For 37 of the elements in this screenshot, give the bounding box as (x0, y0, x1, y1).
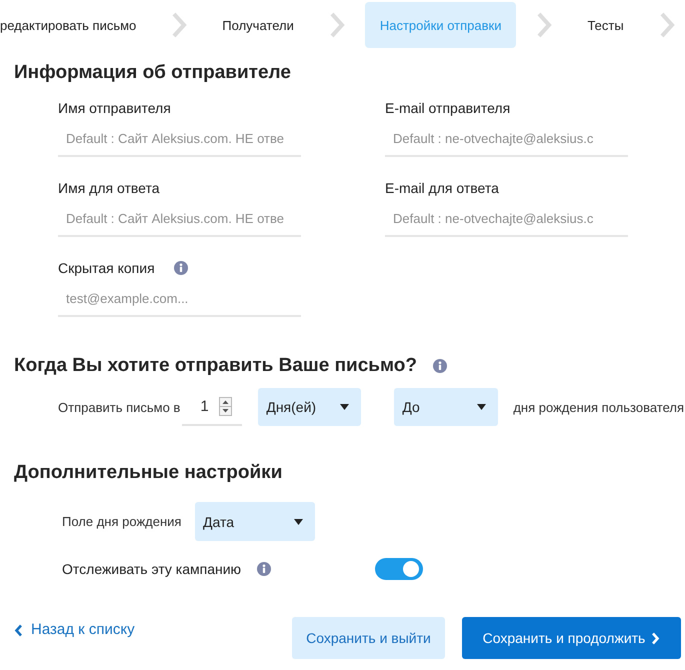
chevron-right-icon (171, 12, 188, 38)
chevron-right-icon (658, 12, 675, 38)
field-label: E-mail отправителя (385, 100, 510, 116)
relation-select[interactable]: До (394, 388, 498, 426)
field-label: Имя отправителя (58, 100, 171, 116)
option-label: Поле дня рождения (62, 514, 182, 529)
option-label: Отслеживать эту кампанию (62, 561, 242, 577)
input-field[interactable]: test@example.com... (58, 281, 301, 317)
caret-down-icon (294, 518, 303, 524)
toggle-switch[interactable] (375, 558, 423, 580)
birthday-field-select[interactable]: Дата (195, 502, 315, 541)
field-label: E-mail для ответа (385, 180, 499, 196)
schedule-label: Отправить письмо в (58, 400, 180, 414)
field-label: Скрытая копия (58, 260, 155, 276)
chevron-right-icon (536, 12, 552, 38)
save-exit-button[interactable]: Сохранить и выйти (292, 617, 445, 659)
chevron-left-icon (14, 624, 23, 636)
section-title: Информация об отправителе (14, 62, 292, 84)
schedule-suffix: дня рождения пользователя (513, 400, 684, 414)
field-label: Имя для ответа (58, 180, 160, 196)
spinner-icon[interactable] (219, 397, 232, 416)
step-tab[interactable]: редактировать письмо (0, 2, 152, 48)
section-title: Дополнительные настройки (14, 462, 284, 484)
step-tab[interactable]: Тесты (572, 2, 639, 48)
step-tab[interactable]: Получатели (207, 2, 309, 48)
input-field[interactable]: Default : ne-otvechajte@aleksius.c (385, 201, 628, 237)
chevron-right-icon (328, 12, 345, 38)
caret-down-icon (477, 404, 486, 410)
caret-down-icon (340, 404, 350, 410)
section-title: Когда Вы хотите отправить Ваше письмо? (14, 355, 417, 377)
input-field[interactable]: Default : Сайт Aleksius.com. НЕ отве (58, 201, 301, 237)
back-link[interactable]: Назад к списку (14, 621, 135, 639)
input-field[interactable]: Default : ne-otvechajte@aleksius.c (385, 121, 628, 157)
chevron-right-icon (651, 632, 660, 644)
unit-select[interactable]: Дня(ей) (258, 388, 362, 426)
input-field[interactable]: Default : Сайт Aleksius.com. НЕ отве (58, 121, 301, 157)
save-continue-button[interactable]: Сохранить и продолжить (462, 617, 681, 659)
